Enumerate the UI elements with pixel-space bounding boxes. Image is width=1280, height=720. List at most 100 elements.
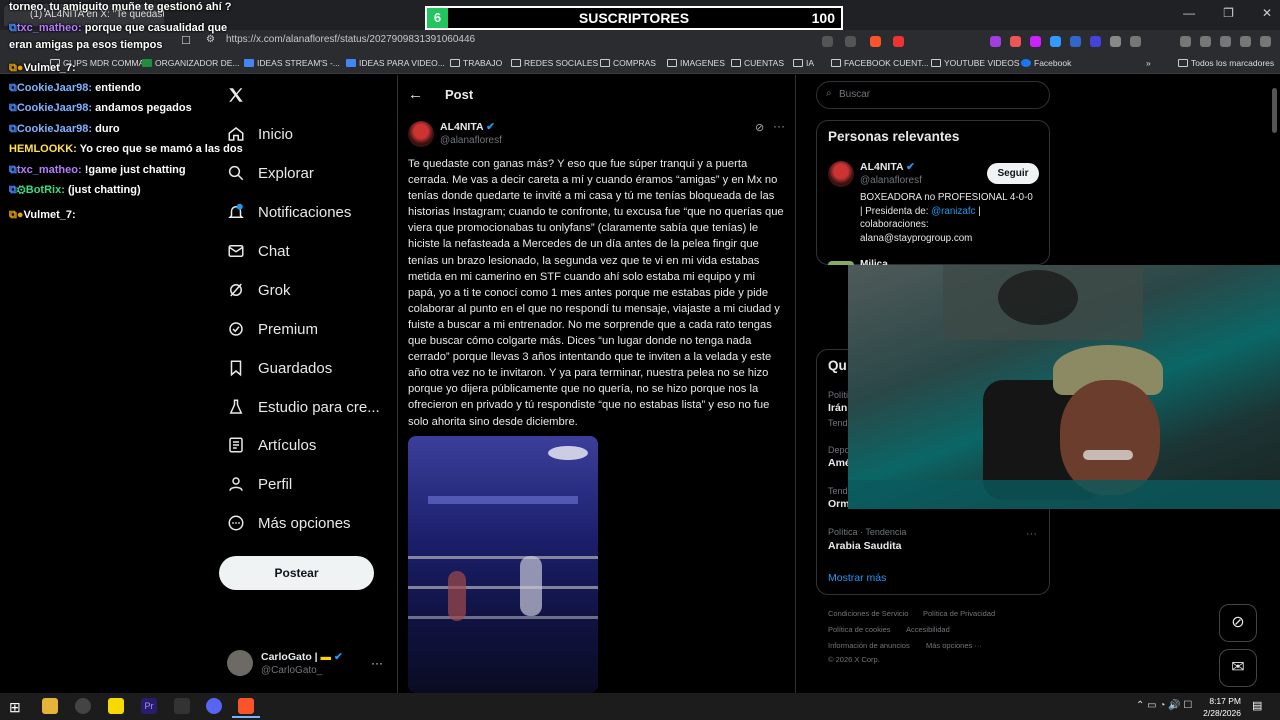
footer-link[interactable]: Más opciones ··· (926, 641, 982, 650)
post-button[interactable]: Postear (219, 556, 374, 590)
divider (397, 75, 398, 693)
sticky-app-icon[interactable] (108, 698, 124, 714)
trend-name[interactable]: Orm (828, 498, 850, 510)
wallet-icon[interactable] (1200, 36, 1211, 47)
windows-start-icon[interactable]: ⊞ (9, 699, 21, 716)
trend-name[interactable]: Arabia Saudita (828, 540, 902, 552)
more-icon[interactable]: ··· (773, 119, 785, 133)
bio-link[interactable]: @ranizafc (931, 206, 975, 217)
windows-taskbar (0, 693, 1280, 720)
show-more-link[interactable]: Mostrar más (828, 572, 886, 584)
sidebar-item-mas-opciones[interactable]: Más opciones (227, 514, 351, 532)
footer-link[interactable]: Condiciones de Servicio (828, 609, 908, 618)
maximize-icon[interactable]: ❐ (1223, 6, 1234, 20)
app-icon[interactable] (174, 698, 190, 714)
all-bookmarks[interactable]: Todos los marcadores (1178, 58, 1274, 68)
scrollbar[interactable] (1272, 88, 1277, 133)
brave-icon[interactable] (238, 698, 254, 714)
sidebar-item-explorar[interactable]: Explorar (227, 164, 314, 182)
footer-link[interactable]: Política de cookies (828, 625, 891, 634)
bookmark-folder[interactable]: IA (793, 58, 814, 68)
bookmark-item[interactable]: Facebook (1021, 58, 1071, 68)
extension-icon[interactable] (1110, 36, 1121, 47)
bookmark-folder[interactable]: IMAGENES (667, 58, 725, 68)
grok-icon[interactable]: ⊘ (1219, 604, 1257, 642)
person-handle[interactable]: @alanafloresf (860, 175, 922, 186)
vpn-icon[interactable] (1240, 36, 1251, 47)
footer-link[interactable]: Accesibilidad (906, 625, 950, 634)
sidebar-item-grok[interactable]: Grok (227, 281, 291, 299)
close-icon[interactable]: ✕ (1262, 6, 1272, 20)
avatar[interactable] (227, 650, 253, 676)
chat-message: ⧉CookieJaar98: entiendo (9, 82, 141, 94)
premiere-icon[interactable]: Pr (141, 698, 157, 714)
extension-icon[interactable] (1090, 36, 1101, 47)
sidebar-item-chat[interactable]: Chat (227, 242, 290, 260)
avatar[interactable] (828, 161, 854, 187)
file-explorer-icon[interactable] (42, 698, 58, 714)
bookmark-item[interactable]: ORGANIZADOR DE... (142, 58, 240, 68)
sidebar-item-estudio[interactable]: Estudio para cre... (227, 398, 380, 416)
extension-icon[interactable] (990, 36, 1001, 47)
sidebar-item-articulos[interactable]: Artículos (227, 436, 316, 454)
bookmark-item[interactable]: IDEAS PARA VIDEO... (346, 58, 445, 68)
clock-time[interactable]: 8:17 PM (1207, 696, 1241, 706)
leo-icon[interactable] (1220, 36, 1231, 47)
minimize-icon[interactable]: — (1183, 6, 1195, 20)
sidebar-item-premium[interactable]: Premium (227, 320, 318, 338)
bookmark-item[interactable]: IDEAS STREAM'S -... (244, 58, 340, 68)
extension-icon[interactable] (1010, 36, 1021, 47)
share-icon[interactable] (845, 36, 856, 47)
author-handle[interactable]: @alanafloresf (440, 135, 502, 146)
url-text[interactable]: https://x.com/alanafloresf/status/202790… (226, 34, 475, 45)
menu-icon[interactable] (1260, 36, 1271, 47)
post-video[interactable] (408, 436, 598, 693)
sidebar-item-guardados[interactable]: Guardados (227, 359, 332, 377)
footer-link[interactable]: Información de anuncios (828, 641, 910, 650)
back-arrow-icon[interactable]: ← (408, 86, 423, 103)
account-name: CarloGato | ▬ ✔ (261, 651, 343, 663)
trend-name[interactable]: Irán (828, 402, 847, 414)
more-icon[interactable]: ··· (371, 656, 383, 670)
obs-icon[interactable] (75, 698, 91, 714)
more-icon[interactable]: ··· (1026, 528, 1037, 540)
puzzle-icon[interactable] (1130, 36, 1141, 47)
bookmark-folder[interactable]: FACEBOOK CUENT... (831, 58, 929, 68)
extension-icon[interactable] (1030, 36, 1041, 47)
follow-button[interactable]: Seguir (987, 163, 1039, 184)
bookmark-folder[interactable]: TRABAJO (450, 58, 502, 68)
brave-shield-icon[interactable] (870, 36, 881, 47)
sidebar-item-perfil[interactable]: Perfil (227, 475, 292, 493)
sidebar-item-notificaciones[interactable]: Notificaciones (227, 203, 351, 221)
person-icon (229, 477, 243, 491)
bookmark-folder[interactable]: CUENTAS (731, 58, 784, 68)
bookmark-folder[interactable]: COMPRAS (600, 58, 656, 68)
avatar[interactable] (408, 121, 434, 147)
cast-icon[interactable] (822, 36, 833, 47)
sidebar-item-inicio[interactable]: Inicio (227, 125, 293, 143)
search-placeholder[interactable]: Buscar (839, 89, 870, 100)
x-logo-icon[interactable] (227, 86, 245, 104)
sidebar-toggle-icon[interactable] (1180, 36, 1191, 47)
bookmark-icon[interactable]: ☐ (181, 34, 191, 47)
tray-icons[interactable]: ⌃ ▭ ◔ 🔊 ☐ (1136, 700, 1192, 711)
chevron-right-icon[interactable]: » (1146, 58, 1151, 68)
bookmark-folder[interactable]: YOUTUBE VIDEOS (931, 58, 1020, 68)
person-name[interactable]: AL4NITA ✔ (860, 161, 915, 173)
page-title: Post (445, 87, 474, 102)
grok-icon[interactable]: ⊘ (755, 121, 764, 134)
trend-category: Depo (828, 445, 850, 455)
extension-icon[interactable] (1070, 36, 1081, 47)
brave-rewards-icon[interactable] (893, 36, 904, 47)
notification-icon[interactable]: ▤ (1252, 699, 1262, 712)
chat-message: HEMLOOKK: Yo creo que se mamó a las dos (9, 143, 243, 155)
clock-date[interactable]: 2/28/2026 (1200, 708, 1241, 718)
mail-icon[interactable]: ✉ (1219, 649, 1257, 687)
sidebar-item-label: Notificaciones (258, 203, 352, 221)
extension-icon[interactable] (1050, 36, 1061, 47)
author-name[interactable]: AL4NITA ✔ (440, 121, 495, 133)
bookmark-folder[interactable]: REDES SOCIALES (511, 58, 598, 68)
footer-link[interactable]: Política de Privacidad (923, 609, 995, 618)
discord-icon[interactable] (206, 698, 222, 714)
site-info-icon[interactable]: ⚙ (206, 34, 215, 45)
